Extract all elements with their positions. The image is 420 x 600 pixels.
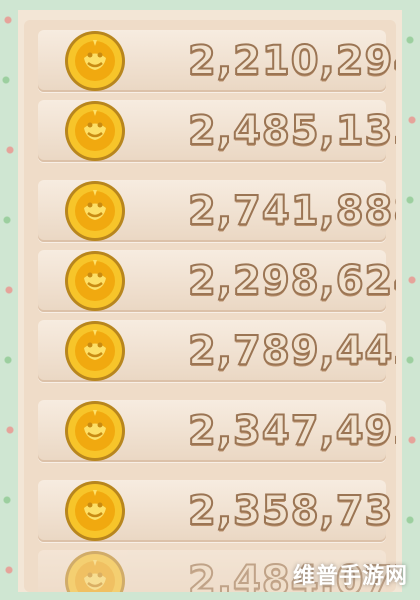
list-item: 2,298,624	[38, 250, 396, 312]
list-item: 2,358,731	[38, 480, 396, 542]
coin-amount: 2,358,731	[187, 487, 396, 535]
gold-coin-icon	[64, 250, 126, 312]
gold-coin-icon	[64, 30, 126, 92]
coin-amount: 2,741,888	[187, 187, 396, 235]
coin-amount: 2,789,443	[187, 327, 396, 375]
coin-amount: 2,298,624	[187, 257, 396, 305]
gold-coin-icon	[64, 400, 126, 462]
list-item: 2,485,133	[38, 100, 396, 162]
coin-amount: 2,347,493	[187, 407, 396, 455]
coin-amount: 2,210,294	[187, 37, 396, 85]
list-item: 2,741,888	[38, 180, 396, 242]
list-item: 2,210,294	[38, 30, 396, 92]
list-item: 2,347,493	[38, 400, 396, 462]
gold-coin-icon	[64, 480, 126, 542]
gold-coin-icon	[64, 550, 126, 592]
gold-coin-icon	[64, 100, 126, 162]
gold-coin-icon	[64, 320, 126, 382]
coin-ranking-panel: 2,210,294 2,485,133	[24, 20, 396, 592]
list-item: 2,789,443	[38, 320, 396, 382]
coin-amount: 2,485,133	[187, 107, 396, 155]
watermark-text: 维普手游网	[292, 564, 408, 589]
gold-coin-icon	[64, 180, 126, 242]
